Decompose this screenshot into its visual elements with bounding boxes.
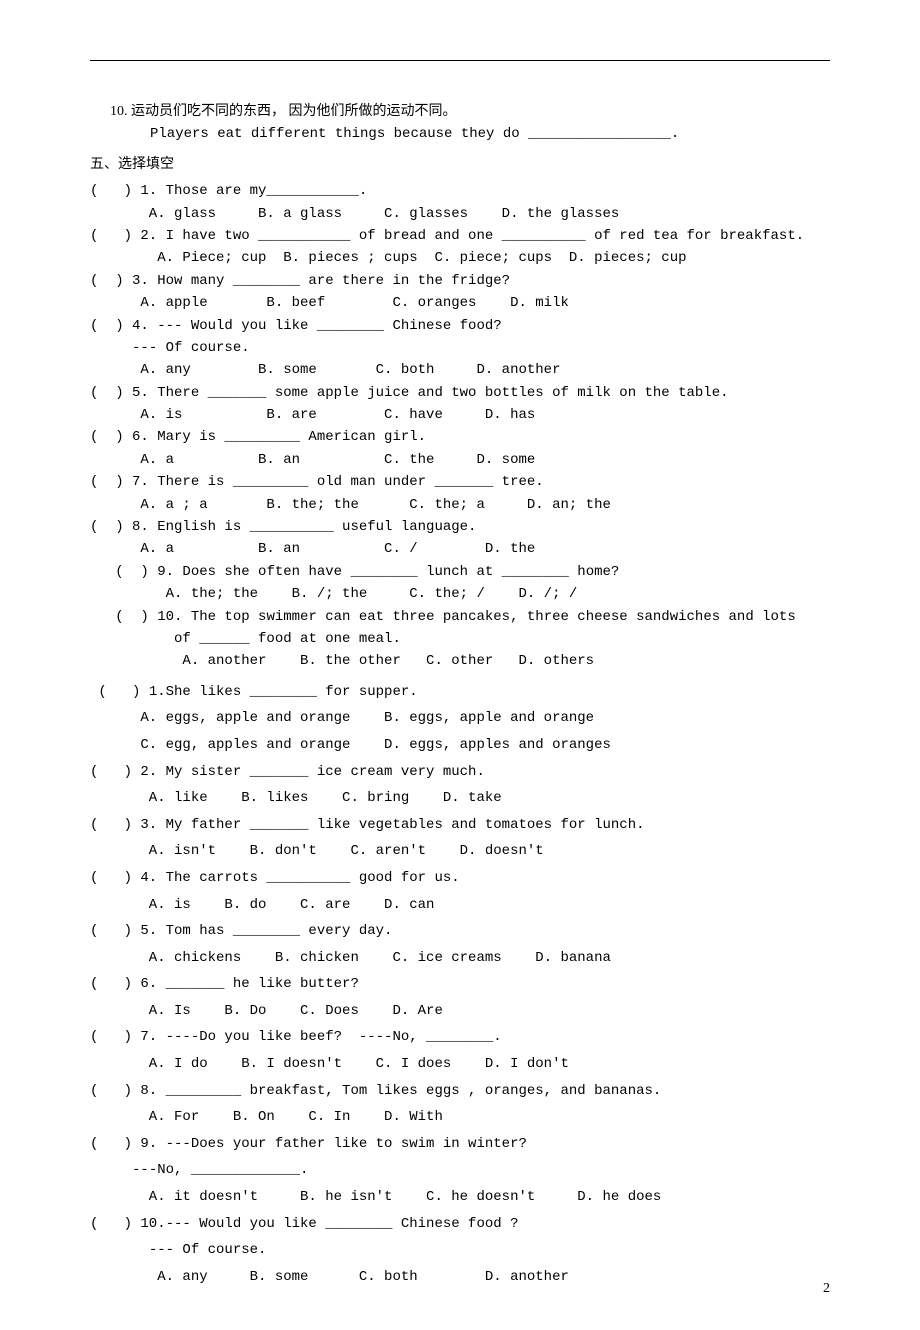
a10-opts: A. another B. the other C. other D. othe… [90, 650, 830, 672]
q10-line1: 10. 运动员们吃不同的东西， 因为他们所做的运动不同。 [110, 101, 830, 123]
a2-q: ( ) 2. I have two ___________ of bread a… [90, 225, 830, 247]
b7-opts: A. I do B. I doesn't C. I does D. I don'… [90, 1051, 830, 1078]
b1-opts1: A. eggs, apple and orange B. eggs, apple… [90, 705, 830, 732]
q10-en: Players eat different things because the… [110, 123, 830, 145]
b9-q2: ---No, _____________. [90, 1157, 830, 1184]
b10-q2: --- Of course. [90, 1237, 830, 1264]
b2-opts: A. like B. likes C. bring D. take [90, 785, 830, 812]
a4-q: ( ) 4. --- Would you like ________ Chine… [90, 315, 830, 337]
a3-opts: A. apple B. beef C. oranges D. milk [90, 292, 830, 314]
a2-opts: A. Piece; cup B. pieces ; cups C. piece;… [90, 247, 830, 269]
a7-q: ( ) 7. There is _________ old man under … [90, 471, 830, 493]
b5-q: ( ) 5. Tom has ________ every day. [90, 918, 830, 945]
a6-q: ( ) 6. Mary is _________ American girl. [90, 426, 830, 448]
a1-opts: A. glass B. a glass C. glasses D. the gl… [90, 203, 830, 225]
b9-opts: A. it doesn't B. he isn't C. he doesn't … [90, 1184, 830, 1211]
set-b: ( ) 1.She likes ________ for supper. A. … [90, 679, 830, 1291]
a8-q: ( ) 8. English is __________ useful lang… [90, 516, 830, 538]
b4-opts: A. is B. do C. are D. can [90, 892, 830, 919]
b6-opts: A. Is B. Do C. Does D. Are [90, 998, 830, 1025]
a6-opts: A. a B. an C. the D. some [90, 449, 830, 471]
a8-opts: A. a B. an C. / D. the [90, 538, 830, 560]
b10-opts: A. any B. some C. both D. another [90, 1264, 830, 1291]
set-a: ( ) 1. Those are my___________. A. glass… [90, 180, 830, 673]
b8-opts: A. For B. On C. In D. With [90, 1104, 830, 1131]
a9-opts: A. the; the B. /; the C. the; / D. /; / [90, 583, 830, 605]
a7-opts: A. a ; a B. the; the C. the; a D. an; th… [90, 494, 830, 516]
a1-q: ( ) 1. Those are my___________. [90, 180, 830, 202]
b3-q: ( ) 3. My father _______ like vegetables… [90, 812, 830, 839]
a4-q2: --- Of course. [90, 337, 830, 359]
a10-q: ( ) 10. The top swimmer can eat three pa… [90, 606, 830, 628]
b9-q: ( ) 9. ---Does your father like to swim … [90, 1131, 830, 1158]
b8-q: ( ) 8. _________ breakfast, Tom likes eg… [90, 1078, 830, 1105]
b2-q: ( ) 2. My sister _______ ice cream very … [90, 759, 830, 786]
section-5-title: 五、选择填空 [90, 154, 830, 176]
a5-q: ( ) 5. There _______ some apple juice an… [90, 382, 830, 404]
b5-opts: A. chickens B. chicken C. ice creams D. … [90, 945, 830, 972]
a10-q2: of ______ food at one meal. [90, 628, 830, 650]
b1-opts2: C. egg, apples and orange D. eggs, apple… [90, 732, 830, 759]
b4-q: ( ) 4. The carrots __________ good for u… [90, 865, 830, 892]
page-content: 10. 运动员们吃不同的东西， 因为他们所做的运动不同。 Players eat… [0, 0, 920, 1330]
q10-block: 10. 运动员们吃不同的东西， 因为他们所做的运动不同。 Players eat… [90, 101, 830, 146]
top-rule [90, 60, 830, 61]
b10-q: ( ) 10.--- Would you like ________ Chine… [90, 1211, 830, 1238]
b7-q: ( ) 7. ----Do you like beef? ----No, ___… [90, 1024, 830, 1051]
q10-num: 10. [110, 104, 128, 119]
b1-q: ( ) 1.She likes ________ for supper. [90, 679, 830, 706]
b6-q: ( ) 6. _______ he like butter? [90, 971, 830, 998]
a4-opts: A. any B. some C. both D. another [90, 359, 830, 381]
a9-q: ( ) 9. Does she often have ________ lunc… [90, 561, 830, 583]
a3-q: ( ) 3. How many ________ are there in th… [90, 270, 830, 292]
q10-cn: 运动员们吃不同的东西， 因为他们所做的运动不同。 [131, 104, 457, 119]
a5-opts: A. is B. are C. have D. has [90, 404, 830, 426]
b3-opts: A. isn't B. don't C. aren't D. doesn't [90, 838, 830, 865]
page-number: 2 [823, 1278, 830, 1300]
